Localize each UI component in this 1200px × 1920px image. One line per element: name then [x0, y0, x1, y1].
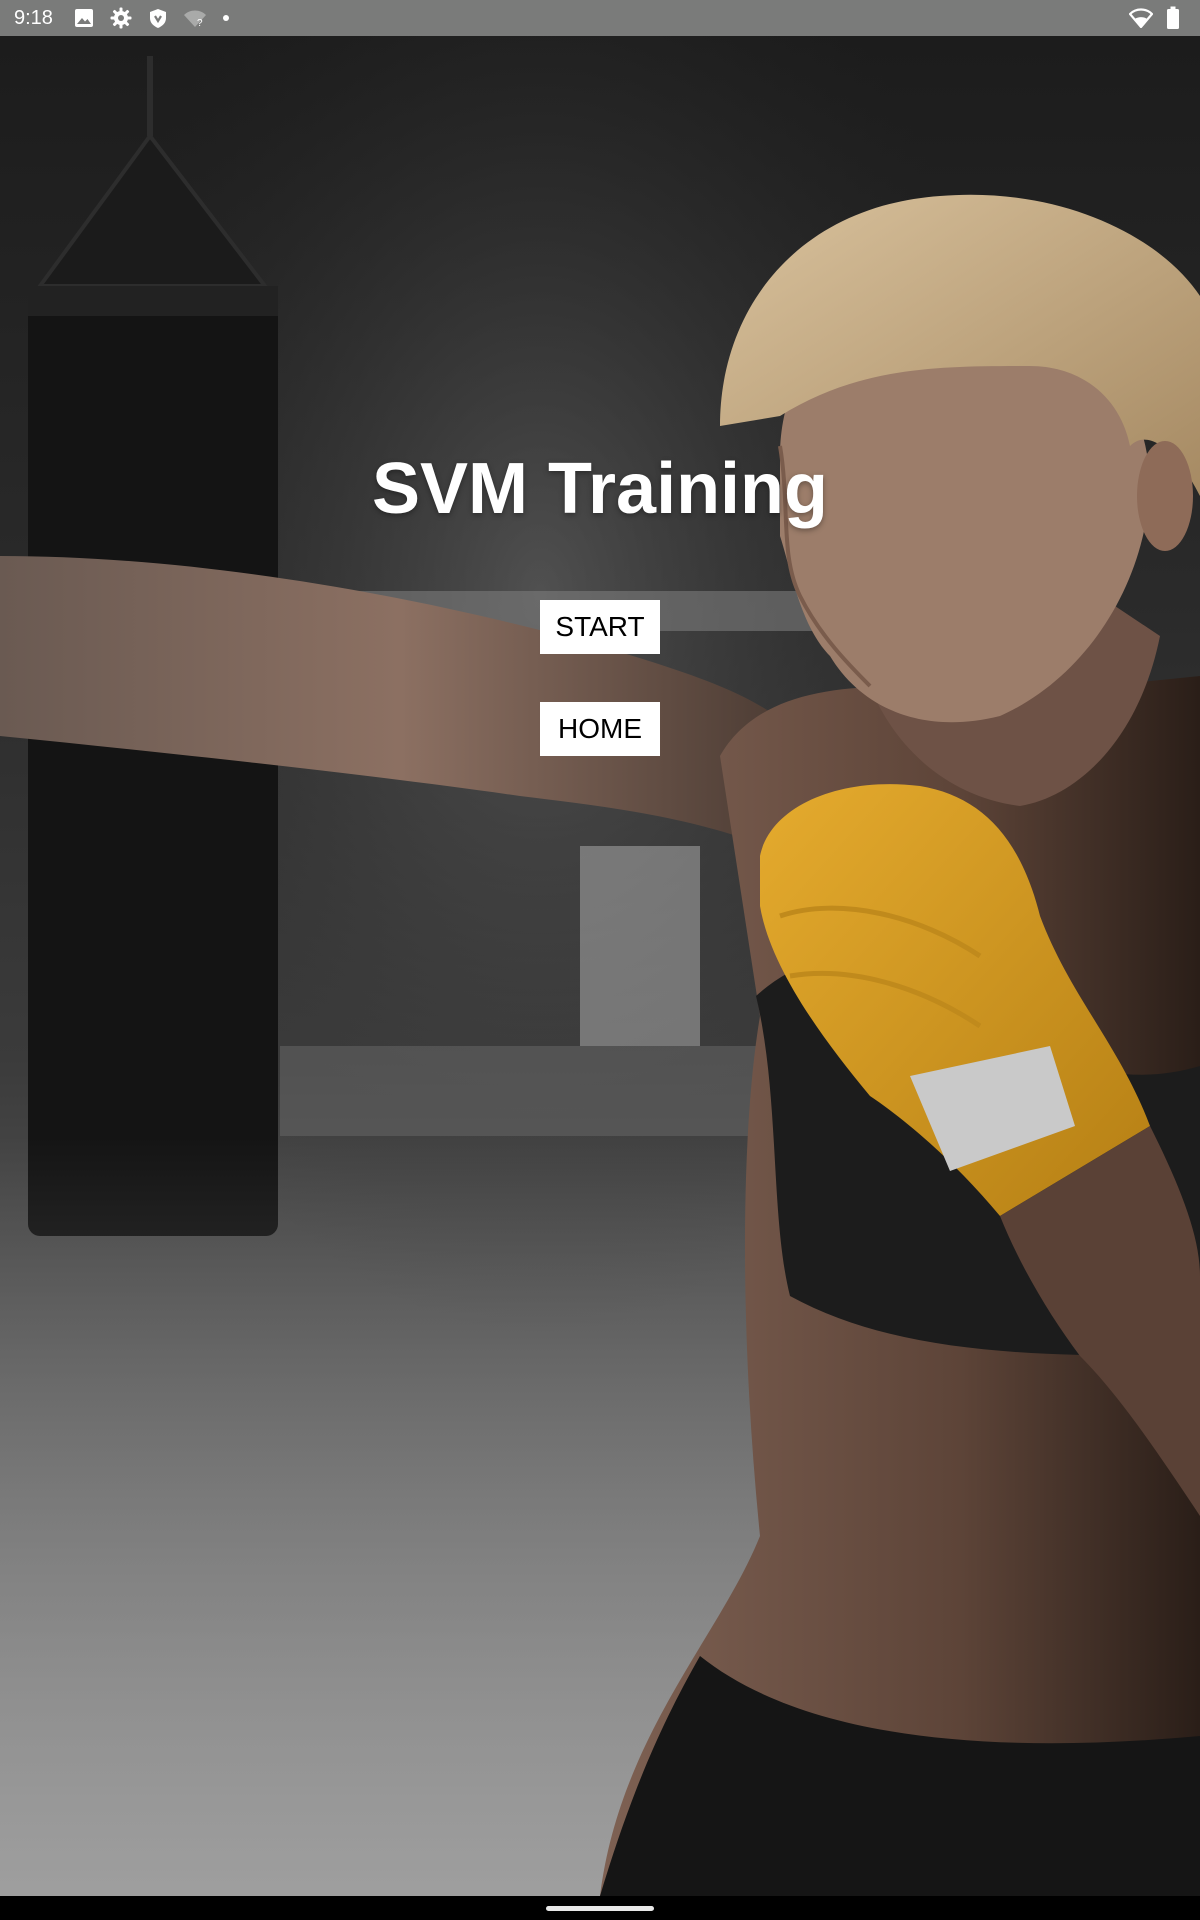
background-image — [0, 36, 1200, 1896]
shield-icon — [145, 5, 171, 31]
app-title: SVM Training — [371, 449, 829, 529]
start-button[interactable]: START — [540, 600, 660, 654]
gear-icon — [108, 5, 134, 31]
wifi-icon — [1128, 5, 1154, 31]
status-right-icons — [1128, 5, 1186, 31]
status-time: 9:18 — [14, 6, 53, 29]
image-icon — [71, 5, 97, 31]
battery-icon — [1160, 5, 1186, 31]
svg-text:?: ? — [197, 18, 203, 29]
home-gesture-handle[interactable] — [546, 1906, 654, 1911]
home-button[interactable]: HOME — [540, 702, 660, 756]
navigation-bar — [0, 1896, 1200, 1920]
status-bar: 9:18 ? — [0, 0, 1200, 36]
wifi-question-icon: ? — [182, 5, 208, 31]
dot-icon — [222, 15, 229, 21]
